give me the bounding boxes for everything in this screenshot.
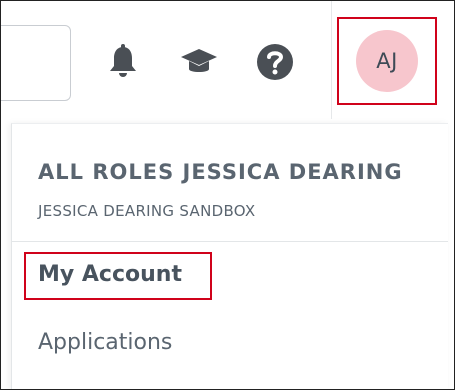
menu-item-my-account[interactable]: My Account: [38, 262, 182, 287]
notifications-button[interactable]: [103, 42, 143, 82]
avatar-highlight: AJ: [337, 17, 437, 105]
avatar-initials: AJ: [376, 49, 398, 73]
learning-button[interactable]: [179, 42, 219, 82]
search-input[interactable]: [1, 25, 71, 101]
environment-name: JESSICA DEARING SANDBOX: [38, 202, 256, 220]
graduation-cap-icon: [181, 49, 217, 72]
help-icon: [257, 44, 293, 80]
avatar[interactable]: AJ: [356, 30, 418, 92]
screenshot-frame: AJ ALL ROLES JESSICA DEARING JESSICA DEA…: [0, 0, 455, 390]
help-button[interactable]: [255, 42, 295, 82]
user-name: ALL ROLES JESSICA DEARING: [38, 160, 403, 184]
account-dropdown-menu: ALL ROLES JESSICA DEARING JESSICA DEARIN…: [11, 123, 448, 389]
menu-item-applications[interactable]: Applications: [38, 330, 172, 355]
menu-divider: [12, 241, 448, 242]
top-navigation-bar: AJ: [1, 1, 454, 119]
topbar-divider: [331, 1, 332, 119]
bell-icon: [110, 44, 136, 77]
